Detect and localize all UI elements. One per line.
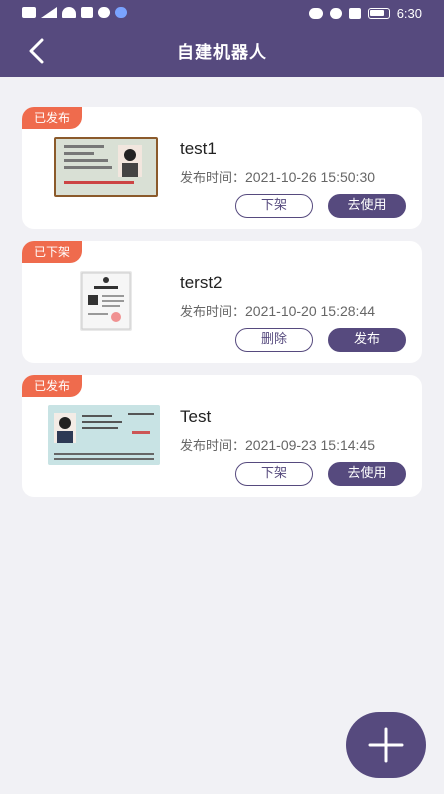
publish-time: 发布时间：2021-10-20 15:28:44 xyxy=(180,301,375,320)
unpublish-button[interactable]: 下架 xyxy=(235,462,313,486)
use-button[interactable]: 去使用 xyxy=(328,462,406,486)
publish-time-label: 发布时间： xyxy=(180,305,246,320)
page-title: 自建机器人 xyxy=(177,43,267,63)
unpublish-button[interactable]: 下架 xyxy=(235,194,313,218)
vibrate-icon xyxy=(348,8,361,19)
chat-icon xyxy=(98,7,110,18)
publish-time-value: 2021-10-26 15:50:30 xyxy=(245,169,376,185)
top-bar: 6:30 自建机器人 xyxy=(0,0,444,77)
robot-name: terst2 xyxy=(180,273,223,292)
wifi-icon xyxy=(62,7,76,18)
eye-icon xyxy=(308,8,323,19)
robot-name: test1 xyxy=(180,139,217,158)
license-thumbnail xyxy=(80,271,132,331)
robot-card[interactable]: 已下架 terst2 发布时间：2021-10-20 15:28:44 删除 发… xyxy=(22,241,422,363)
signal-icon xyxy=(41,7,57,18)
use-button[interactable]: 去使用 xyxy=(328,194,406,218)
status-badge: 已发布 xyxy=(22,107,83,129)
add-robot-button[interactable] xyxy=(346,712,426,778)
publish-time: 发布时间：2021-09-23 15:14:45 xyxy=(180,435,375,454)
status-time: 6:30 xyxy=(396,6,422,21)
alarm-icon xyxy=(329,8,342,19)
status-badge: 已发布 xyxy=(22,375,83,397)
publish-time: 发布时间：2021-10-26 15:50:30 xyxy=(180,167,375,186)
status-bar: 6:30 xyxy=(0,0,444,28)
status-icons-left xyxy=(22,7,127,18)
robot-name: Test xyxy=(180,407,212,426)
publish-time-label: 发布时间： xyxy=(180,171,246,186)
status-icons-right: 6:30 xyxy=(308,6,422,21)
publish-time-value: 2021-10-20 15:28:44 xyxy=(245,303,376,319)
hd-icon xyxy=(22,7,36,18)
notification-icon xyxy=(81,7,93,18)
delete-button[interactable]: 删除 xyxy=(235,328,313,352)
robot-card[interactable]: 已发布 Test 发布时间：2021-09-23 15:14:45 下架 去使用 xyxy=(22,375,422,497)
plus-icon xyxy=(368,727,404,763)
publish-time-value: 2021-09-23 15:14:45 xyxy=(245,437,376,453)
status-badge: 已下架 xyxy=(22,241,83,263)
id-card-thumbnail xyxy=(54,137,158,197)
app-icon xyxy=(115,7,127,18)
passport-thumbnail xyxy=(48,405,160,465)
publish-button[interactable]: 发布 xyxy=(328,328,406,352)
battery-icon xyxy=(367,8,390,19)
robot-card[interactable]: 已发布 test1 发布时间：2021-10-26 15:50:30 下架 去使… xyxy=(22,107,422,229)
publish-time-label: 发布时间： xyxy=(180,439,246,454)
